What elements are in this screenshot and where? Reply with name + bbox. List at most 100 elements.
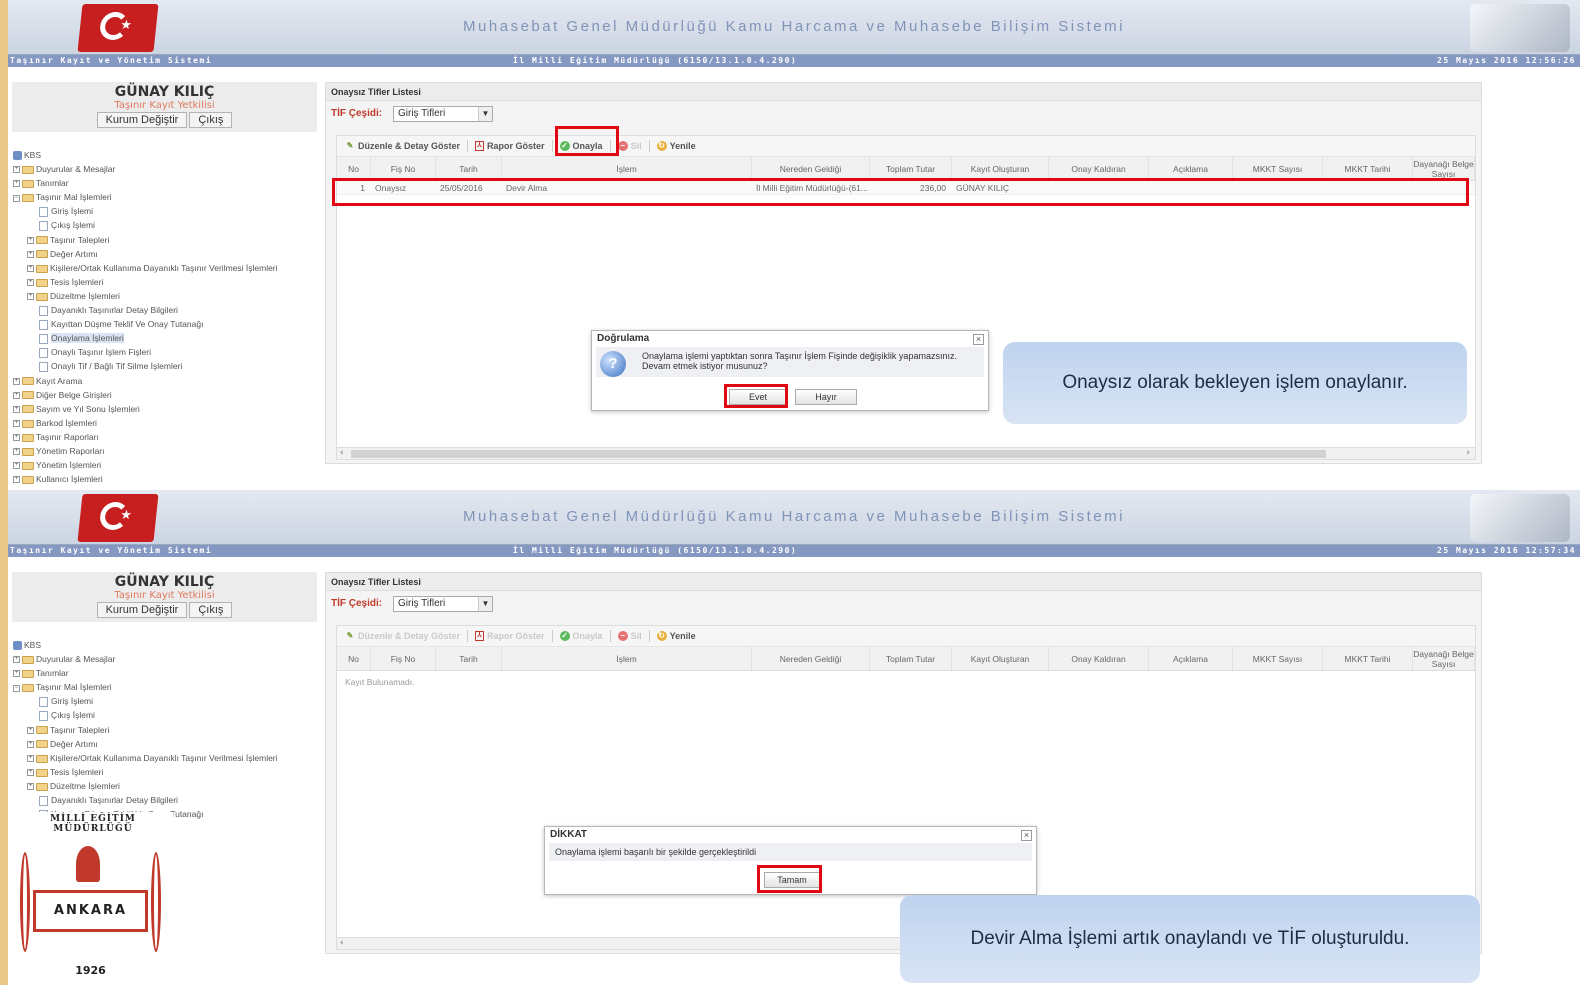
column-header[interactable]: Toplam Tutar [870, 647, 952, 670]
table-row[interactable]: 1 Onaysız 25/05/2016 Devir Alma İl Milli… [337, 181, 1475, 195]
tree-item[interactable]: Giriş İşlemi [13, 204, 318, 218]
scroll-right-icon[interactable]: › [1466, 448, 1470, 458]
expand-icon[interactable]: + [27, 783, 34, 791]
expand-icon[interactable]: + [27, 250, 34, 258]
tif-type-select[interactable]: Giriş Tifleri ▼ [393, 105, 493, 122]
tree-item[interactable]: + Değer Artımı [13, 247, 318, 261]
tree-root[interactable]: KBS [13, 638, 318, 652]
expand-icon[interactable]: + [13, 476, 20, 484]
column-header[interactable]: Dayanağı Belge Sayısı [1413, 647, 1475, 670]
delete-button[interactable]: − Sil [615, 141, 645, 151]
column-header[interactable]: Nereden Geldiği [752, 647, 870, 670]
tree-item[interactable]: + Yönetim Raporları [13, 444, 318, 458]
column-header[interactable]: MKKT Tarihi [1323, 647, 1413, 670]
expand-icon[interactable]: + [13, 180, 20, 188]
tree-item[interactable]: + Diğer Belge Girişleri [13, 388, 318, 402]
expand-icon[interactable]: + [27, 279, 34, 287]
column-header[interactable]: MKKT Tarihi [1323, 157, 1413, 180]
expand-icon[interactable]: + [27, 236, 34, 244]
expand-icon[interactable]: + [27, 293, 34, 301]
expand-icon[interactable]: + [27, 265, 34, 272]
ok-button[interactable]: Tamam [764, 872, 820, 888]
close-icon[interactable]: × [973, 334, 984, 345]
expand-icon[interactable]: + [13, 166, 20, 174]
column-header[interactable]: Toplam Tutar [870, 157, 952, 180]
tree-item[interactable]: − Taşınır Mal İşlemleri [13, 680, 318, 694]
column-header[interactable]: No [337, 157, 371, 180]
logout-button[interactable]: Çıkış [189, 112, 233, 128]
expand-icon[interactable]: + [13, 377, 20, 385]
tree-item[interactable]: − Taşınır Mal İşlemleri [13, 190, 318, 204]
change-institution-button[interactable]: Kurum Değiştir [96, 112, 188, 128]
column-header[interactable]: Fiş No [371, 647, 436, 670]
scroll-left-icon[interactable]: ‹ [340, 448, 344, 458]
column-header[interactable]: Kayıt Oluşturan [952, 157, 1049, 180]
approve-button[interactable]: ✓ Onayla [557, 141, 606, 151]
tree-item[interactable]: + Tanımlar [13, 176, 318, 190]
tree-item[interactable]: Dayanıklı Taşınırlar Detay Bilgileri [13, 793, 318, 807]
tree-item[interactable]: + Duyurular & Mesajlar [13, 652, 318, 666]
column-header[interactable]: Tarih [436, 647, 502, 670]
scroll-thumb[interactable] [351, 450, 1326, 458]
close-icon[interactable]: × [1021, 830, 1032, 841]
column-header[interactable]: Kayıt Oluşturan [952, 647, 1049, 670]
tree-root[interactable]: KBS [13, 148, 318, 162]
tree-item[interactable]: + Kullanıcı İşlemleri [13, 472, 318, 486]
tree-item[interactable]: + Yönetim İşlemleri [13, 458, 318, 472]
expand-icon[interactable]: + [13, 434, 20, 442]
column-header[interactable]: İşlem [502, 647, 752, 670]
expand-icon[interactable]: + [13, 420, 20, 428]
collapse-icon[interactable]: − [13, 194, 20, 202]
report-button[interactable]: ⅄ Rapor Göster [472, 141, 548, 151]
expand-icon[interactable]: + [27, 726, 34, 734]
column-header[interactable]: MKKT Sayısı [1233, 647, 1323, 670]
tree-item[interactable]: + Değer Artımı [13, 737, 318, 751]
change-institution-button[interactable]: Kurum Değiştir [96, 602, 188, 618]
tree-item[interactable]: Onaylı Taşınır İşlem Fişleri [13, 345, 318, 359]
horizontal-scrollbar[interactable]: ‹ › [337, 447, 1475, 459]
refresh-button[interactable]: ↻ Yenile [654, 631, 699, 641]
tree-item[interactable]: + Tanımlar [13, 666, 318, 680]
column-header[interactable]: No [337, 647, 371, 670]
column-header[interactable]: MKKT Sayısı [1233, 157, 1323, 180]
column-header[interactable]: Nereden Geldiği [752, 157, 870, 180]
expand-icon[interactable]: + [13, 391, 20, 399]
column-header[interactable]: Fiş No [371, 157, 436, 180]
column-header[interactable]: Onay Kaldıran [1049, 647, 1149, 670]
tree-item[interactable]: Dayanıklı Taşınırlar Detay Bilgileri [13, 303, 318, 317]
tree-item[interactable]: + Tesis İşlemleri [13, 765, 318, 779]
expand-icon[interactable]: + [13, 448, 20, 456]
tree-item[interactable]: + Duyurular & Mesajlar [13, 162, 318, 176]
expand-icon[interactable]: + [13, 656, 20, 664]
column-header[interactable]: Açıklama [1149, 157, 1233, 180]
edit-detail-button[interactable]: ✎ Düzenle & Detay Göster [342, 631, 463, 641]
column-header[interactable]: Açıklama [1149, 647, 1233, 670]
logout-button[interactable]: Çıkış [189, 602, 233, 618]
approve-button[interactable]: ✓ Onayla [557, 631, 606, 641]
tree-item[interactable]: + Sayım ve Yıl Sonu İşlemleri [13, 402, 318, 416]
tree-item[interactable]: + Taşınır Raporları [13, 430, 318, 444]
expand-icon[interactable]: + [13, 462, 20, 470]
column-header[interactable]: Tarih [436, 157, 502, 180]
expand-icon[interactable]: + [13, 670, 20, 678]
column-header[interactable]: Onay Kaldıran [1049, 157, 1149, 180]
tree-item[interactable]: Çıkış İşlemi [13, 218, 318, 232]
column-header[interactable]: Dayanağı Belge Sayısı [1413, 157, 1475, 180]
tree-item[interactable]: Çıkış İşlemi [13, 708, 318, 722]
expand-icon[interactable]: + [13, 405, 20, 413]
yes-button[interactable]: Evet [729, 389, 787, 405]
tree-item[interactable]: + Düzeltme İşlemleri [13, 779, 318, 793]
tif-type-select[interactable]: Giriş Tifleri ▼ [393, 595, 493, 612]
tree-item[interactable]: Kayıttan Düşme Teklif Ve Onay Tutanağı [13, 317, 318, 331]
tree-item[interactable]: + Tesis İşlemleri [13, 275, 318, 289]
delete-button[interactable]: − Sil [615, 631, 645, 641]
tree-item[interactable]: Onaylı Tif / Bağlı Tif Silme İşlemleri [13, 359, 318, 373]
tree-item[interactable]: + Kayıt Arama [13, 374, 318, 388]
tree-item[interactable]: + Taşınır Talepleri [13, 233, 318, 247]
tree-item[interactable]: Giriş İşlemi [13, 694, 318, 708]
tree-item[interactable]: + Kişilere/Ortak Kullanıma Dayanıklı Taşı… [13, 751, 318, 765]
tree-item[interactable]: + Taşınır Talepleri [13, 723, 318, 737]
refresh-button[interactable]: ↻ Yenile [654, 141, 699, 151]
tree-item[interactable]: + Düzeltme İşlemleri [13, 289, 318, 303]
report-button[interactable]: ⅄ Rapor Göster [472, 631, 548, 641]
